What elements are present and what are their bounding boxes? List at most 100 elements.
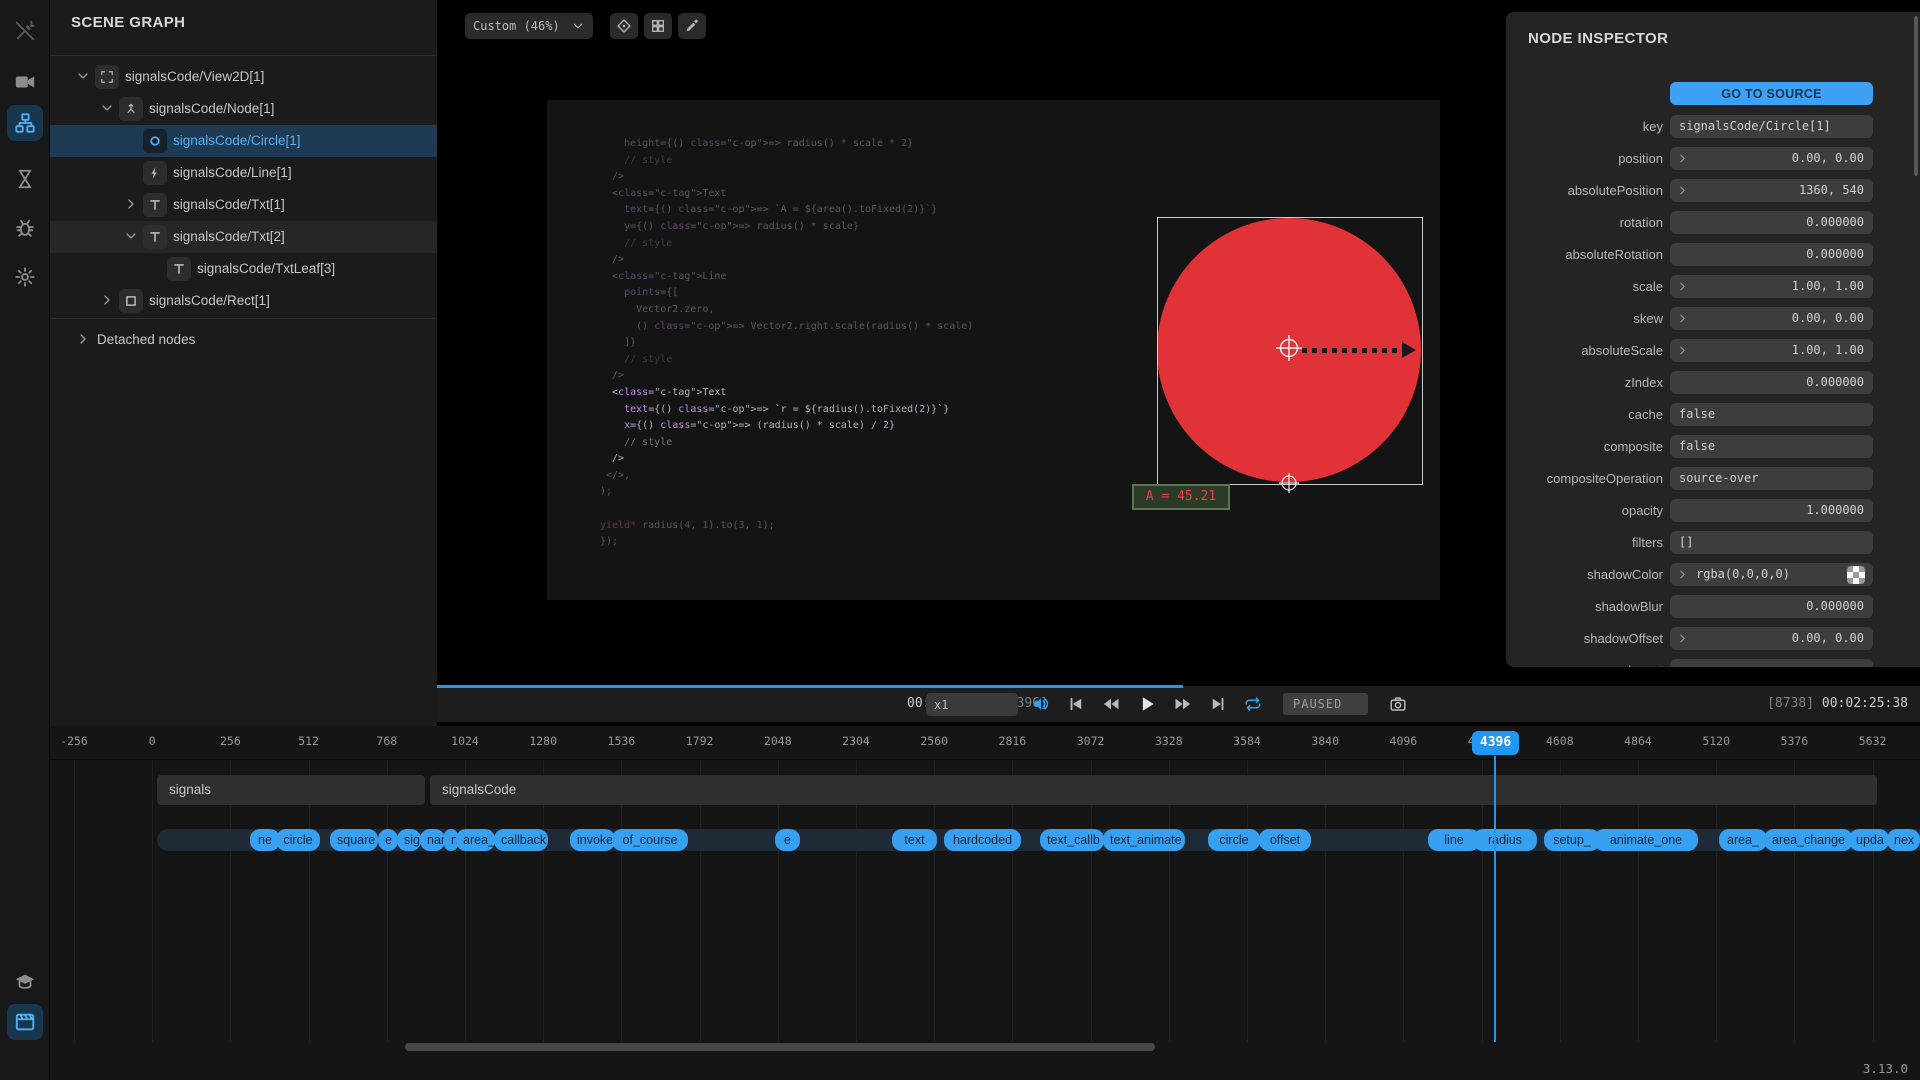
loop-button[interactable]	[1244, 695, 1262, 713]
bottom-crosshair-handle[interactable]	[1277, 471, 1301, 495]
event-clip[interactable]: area_s	[456, 829, 495, 851]
chevron-down-icon[interactable]	[123, 228, 141, 246]
inspector-field-value[interactable]: 1.00, 1.00	[1670, 339, 1873, 362]
event-clip[interactable]: upda	[1849, 829, 1889, 851]
tree-row[interactable]: signalsCode/View2D[1]	[50, 61, 437, 93]
event-clip[interactable]: e	[378, 829, 398, 851]
inspector-field-value[interactable]: 0.000000	[1670, 243, 1873, 266]
event-clip[interactable]: invoke	[570, 829, 615, 851]
expand-chevron-icon[interactable]	[1676, 280, 1689, 293]
inspector-field-value[interactable]: 1.00, 1.00	[1670, 275, 1873, 298]
event-clip[interactable]: e	[775, 829, 800, 851]
inspector-field-value[interactable]: 0.00, 0.00	[1670, 627, 1873, 650]
expand-chevron-icon[interactable]	[1676, 152, 1689, 165]
tree-row[interactable]: signalsCode/Rect[1]	[50, 285, 437, 317]
volume-button[interactable]	[1032, 695, 1050, 713]
skip-start-button[interactable]	[1067, 695, 1085, 713]
event-clip[interactable]: offset	[1259, 829, 1311, 851]
tree-row[interactable]: signalsCode/Txt[1]	[50, 189, 437, 221]
event-clip[interactable]: animate_one	[1594, 829, 1698, 851]
rail-item-hourglass[interactable]	[7, 161, 43, 197]
timeline-horizontal-scrollbar[interactable]	[405, 1043, 1155, 1051]
inspector-row-absoluteScale: absoluteScale1.00, 1.00	[1506, 339, 1920, 371]
event-clip[interactable]: radius	[1473, 829, 1537, 851]
chevron-right-icon[interactable]	[123, 196, 141, 214]
tree-row-detached-nodes[interactable]: Detached nodes	[50, 324, 437, 356]
rewind-button[interactable]	[1102, 695, 1120, 713]
zoom-level-dropdown[interactable]: Custom (46%)	[465, 13, 593, 39]
event-clip[interactable]: area_	[1719, 829, 1767, 851]
arrow-head-icon[interactable]	[1402, 342, 1416, 358]
color-swatch[interactable]	[1847, 566, 1865, 584]
event-clip[interactable]: hardcoded	[944, 829, 1021, 851]
event-clip[interactable]: circle	[1208, 829, 1260, 851]
event-clip[interactable]: nam	[420, 829, 445, 851]
inspector-field-value[interactable]: 0.000000	[1670, 211, 1873, 234]
chevron-down-icon[interactable]	[75, 68, 93, 86]
inspector-scrollbar[interactable]	[1914, 16, 1918, 176]
rail-item-bug[interactable]	[7, 210, 43, 246]
rail-item-scene-graph[interactable]	[7, 105, 43, 141]
tree-row[interactable]: signalsCode/Txt[2]	[50, 221, 437, 253]
rail-item-docs[interactable]	[7, 964, 43, 1000]
area-value-label[interactable]: A = 45.21	[1132, 484, 1230, 510]
tree-row[interactable]: signalsCode/Line[1]	[50, 157, 437, 189]
event-clip[interactable]: setup_	[1544, 829, 1600, 851]
center-crosshair-handle[interactable]	[1274, 333, 1304, 363]
inspector-field-value[interactable]: false	[1670, 435, 1873, 458]
screenshot-button[interactable]	[1389, 695, 1407, 713]
event-clip[interactable]: text_callb	[1040, 829, 1104, 851]
go-to-source-button[interactable]: GO TO SOURCE	[1670, 82, 1873, 105]
focus-button[interactable]	[610, 13, 638, 39]
chevron-right-icon[interactable]	[75, 331, 93, 349]
event-clip[interactable]: of_course	[612, 829, 688, 851]
chevron-right-icon[interactable]	[99, 292, 117, 310]
expand-chevron-icon[interactable]	[1676, 344, 1689, 357]
inspector-field-value[interactable]: 0.00, 0.00	[1670, 147, 1873, 170]
expand-chevron-icon[interactable]	[1676, 632, 1689, 645]
rail-item-rendering[interactable]	[7, 1004, 43, 1040]
expand-chevron-icon[interactable]	[1676, 312, 1689, 325]
fast-forward-button[interactable]	[1174, 695, 1192, 713]
rail-item-video-camera[interactable]	[7, 64, 43, 100]
event-clip[interactable]: nex	[1887, 829, 1920, 851]
inspector-field-value[interactable]: source-over	[1670, 467, 1873, 490]
chevron-down-icon[interactable]	[99, 100, 117, 118]
inspector-field-value[interactable]: 0.000000	[1670, 595, 1873, 618]
event-clip[interactable]: text	[892, 829, 937, 851]
timeline-panel[interactable]: -256025651276810241280153617922048230425…	[50, 726, 1920, 1080]
playback-speed-dropdown[interactable]: x1	[926, 693, 1018, 716]
inspector-field-value[interactable]: 1.000000	[1670, 499, 1873, 522]
event-clip[interactable]: area_change	[1764, 829, 1853, 851]
inspector-field-value[interactable]: 0.000000	[1670, 371, 1873, 394]
event-clip[interactable]: text_animate	[1103, 829, 1185, 851]
rail-item-wand-off[interactable]	[7, 13, 43, 49]
skip-end-button[interactable]	[1209, 695, 1227, 713]
tree-row[interactable]: signalsCode/Circle[1]	[50, 125, 437, 157]
inspector-field-value[interactable]: []	[1670, 531, 1873, 554]
eyedropper-button[interactable]	[678, 13, 706, 39]
play-button[interactable]	[1137, 694, 1157, 714]
tree-row[interactable]: signalsCode/TxtLeaf[3]	[50, 253, 437, 285]
scene-clip-signalsCode[interactable]: signalsCode	[430, 775, 1877, 805]
scene-canvas[interactable]: height={() class="c-op">=> radius() * sc…	[547, 100, 1440, 600]
tree-row[interactable]: signalsCode/Node[1]	[50, 93, 437, 125]
grid-button[interactable]	[644, 13, 672, 39]
event-clip[interactable]: callback	[494, 829, 548, 851]
scene-clip-signals[interactable]: signals	[157, 775, 425, 805]
event-clip[interactable]: sig	[397, 829, 421, 851]
inspector-field-value[interactable]: signalsCode/Circle[1]	[1670, 115, 1873, 138]
inspector-field-value[interactable]: false	[1670, 403, 1873, 426]
inspector-field-value[interactable]: rgba(0,0,0,0)	[1670, 563, 1873, 586]
inspector-field-value[interactable]: 1360, 540	[1670, 179, 1873, 202]
event-clip[interactable]: square	[330, 829, 378, 851]
event-clip[interactable]: circle	[276, 829, 320, 851]
playhead-frame-badge[interactable]: 4396	[1472, 731, 1519, 755]
playhead-line[interactable]	[1494, 756, 1496, 1042]
rail-item-settings[interactable]	[7, 259, 43, 295]
expand-chevron-icon[interactable]	[1676, 184, 1689, 197]
seek-progress-line[interactable]	[437, 685, 1183, 688]
expand-chevron-icon[interactable]	[1676, 568, 1689, 581]
inspector-field-value[interactable]	[1670, 659, 1873, 667]
inspector-field-value[interactable]: 0.00, 0.00	[1670, 307, 1873, 330]
